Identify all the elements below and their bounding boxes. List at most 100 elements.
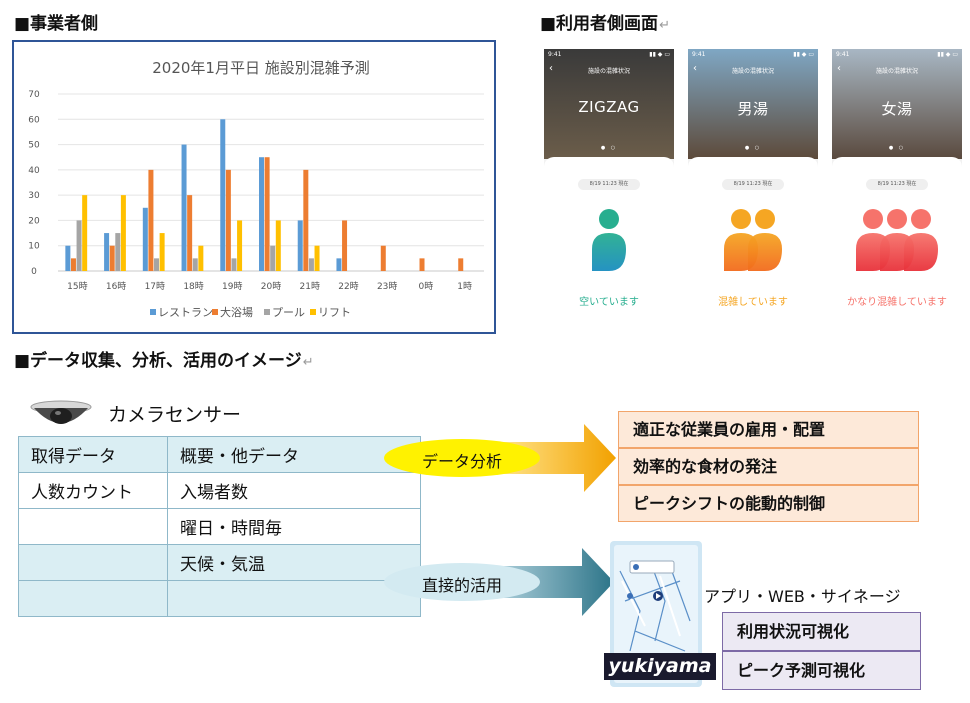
bar-プール — [115, 233, 121, 271]
bar-大浴場 — [380, 245, 386, 271]
screen-title: 施設の混雑状況 — [587, 68, 630, 75]
screen-title: 施設の混雑状況 — [875, 68, 918, 75]
bar-大浴場 — [342, 220, 348, 271]
bar-リフト — [237, 220, 243, 271]
y-tick-label: 30 — [28, 191, 40, 201]
bar-レストラン — [259, 157, 264, 271]
bar-大浴場 — [70, 258, 76, 271]
legend-swatch — [150, 309, 156, 315]
person-head — [911, 209, 931, 229]
camera-icon — [30, 400, 92, 424]
status-time: 9:41 — [548, 51, 562, 58]
congestion-message: かなり混雑しています — [847, 297, 947, 308]
table-row: 人数カウント 入場者数 — [18, 472, 421, 509]
bar-プール — [231, 258, 237, 271]
screen-title: 施設の混雑状況 — [731, 68, 774, 75]
person-head — [755, 209, 775, 229]
y-tick-label: 20 — [28, 216, 40, 226]
person-head — [887, 209, 907, 229]
bar-リフト — [82, 195, 88, 271]
three-people-icon — [856, 209, 938, 271]
status-signal-icon: ▮▮ ◆ ▭ — [937, 51, 958, 58]
person-head — [863, 209, 883, 229]
x-tick-label: 16時 — [106, 281, 126, 292]
bar-レストラン — [142, 207, 148, 271]
heading-operator-side: ■事業者側 — [14, 14, 99, 34]
y-tick-label: 50 — [28, 141, 40, 151]
table-cell-category: 取得データ — [18, 436, 168, 473]
legend-label: プール — [272, 306, 305, 319]
congestion-forecast-chart: 2020年1月平日 施設別混雑予測 0 10 20 30 40 50 60 70 15時 16時 17… — [12, 40, 496, 334]
chart-title: 2020年1月平日 施設別混雑予測 — [152, 59, 370, 77]
person-body — [904, 233, 938, 271]
phone-screen-1: 9:41 ▮▮ ◆ ▭ ‹ 施設の混雑状況 ZIGZAG ● ○ 8/19 11:23 現在… — [544, 49, 674, 325]
bar-リフト — [159, 233, 165, 271]
heading-data-flow: ■データ収集、分析、活用のイメージ↵ — [14, 351, 314, 371]
return-mark-icon: ↵ — [302, 355, 314, 370]
channels-label: アプリ・WEB・サイネージ — [704, 587, 901, 606]
bar-大浴場 — [303, 169, 309, 271]
person-body — [748, 233, 782, 271]
result-usage-visualization: 利用状況可視化 — [722, 612, 921, 651]
person-icon — [592, 209, 626, 271]
two-people-icon — [724, 209, 782, 271]
carousel-dots: ● ○ — [600, 145, 618, 151]
bar-リフト — [314, 245, 320, 271]
x-tick-label: 22時 — [338, 281, 358, 292]
bar-大浴場 — [109, 245, 115, 271]
person-head — [599, 209, 619, 229]
congestion-message: 混雑しています — [718, 297, 788, 308]
result-staffing: 適正な従業員の雇用・配置 — [618, 411, 919, 448]
data-analysis-label: データ分析 — [421, 452, 502, 471]
table-row: 曜日・時間毎 — [18, 508, 421, 545]
venue-name: 男湯 — [737, 100, 769, 118]
x-tick-label: 21時 — [300, 281, 320, 292]
status-time: 9:41 — [692, 51, 706, 58]
legend-swatch — [310, 309, 316, 315]
bar-大浴場 — [419, 258, 425, 271]
venue-name: 女湯 — [881, 100, 913, 118]
bar-リフト — [275, 220, 281, 271]
bar-レストラン — [297, 220, 303, 271]
bar-リフト — [198, 245, 204, 271]
table-row: 取得データ 概要・他データ — [18, 436, 421, 473]
legend-swatch — [212, 309, 218, 315]
bar-リフト — [120, 195, 126, 271]
bar-大浴場 — [148, 169, 154, 271]
bar-プール — [308, 258, 314, 271]
status-card: 8/19 11:23 現在 かなり混雑しています — [832, 157, 962, 325]
status-card: 8/19 11:23 現在 混雑しています — [688, 157, 818, 325]
carousel-dots: ● ○ — [888, 145, 906, 151]
x-tick-label: 20時 — [261, 281, 281, 292]
bar-レストラン — [181, 144, 187, 271]
legend-label: リフト — [318, 306, 351, 319]
phone-screen-2: 9:41 ▮▮ ◆ ▭ ‹ 施設の混雑状況 男湯 ● ○ 8/19 11:23 現在 混雑して… — [688, 49, 818, 325]
x-tick-label: 17時 — [145, 281, 165, 292]
table-cell-category — [18, 544, 168, 581]
bar-レストラン — [220, 119, 226, 272]
bar-レストラン — [104, 233, 110, 271]
return-mark-icon: ↵ — [659, 18, 670, 33]
table-row: 天候・気温 — [18, 544, 421, 581]
y-tick-label: 10 — [28, 242, 40, 252]
table-cell-category: 人数カウント — [18, 472, 168, 509]
status-card: 8/19 11:23 現在 空いています — [544, 157, 674, 325]
status-time: 9:41 — [836, 51, 850, 58]
bar-レストラン — [65, 245, 71, 271]
y-tick-label: 70 — [28, 90, 40, 100]
legend-label: 大浴場 — [220, 305, 253, 319]
yukiyama-logo: yukiyama — [604, 653, 716, 680]
bar-大浴場 — [225, 169, 231, 271]
y-tick-label: 0 — [31, 267, 37, 277]
chart-canvas: 2020年1月平日 施設別混雑予測 0 10 20 30 40 50 60 70 15時 16時 17… — [28, 59, 484, 319]
x-tick-label: 15時 — [67, 281, 87, 292]
status-signal-icon: ▮▮ ◆ ▭ — [649, 51, 670, 58]
bar-プール — [192, 258, 198, 271]
x-tick-label: 19時 — [222, 281, 242, 292]
direct-use-label: 直接的活用 — [421, 576, 502, 595]
bar-大浴場 — [264, 157, 270, 271]
bar-プール — [154, 258, 160, 271]
carousel-dots: ● ○ — [744, 145, 762, 151]
person-body — [592, 233, 626, 271]
bar-プール — [76, 220, 82, 271]
